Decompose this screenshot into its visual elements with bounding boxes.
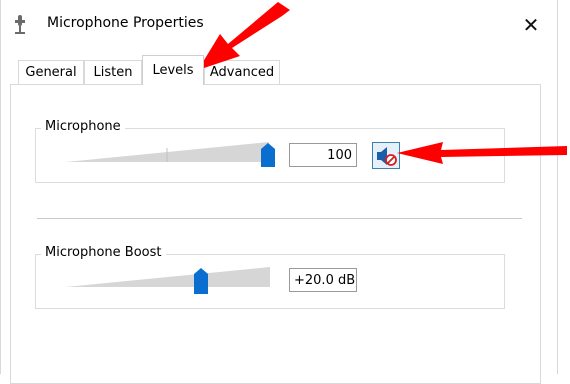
tab-levels[interactable]: Levels — [142, 55, 204, 85]
microphone-level-value[interactable]: 100 — [289, 143, 357, 167]
tab-label: Listen — [93, 65, 133, 80]
microphone-boost-slider[interactable] — [64, 265, 279, 297]
window-title: Microphone Properties — [47, 15, 204, 31]
microphone-level-text: 100 — [327, 147, 352, 163]
boost-slider-thumb[interactable] — [194, 268, 208, 294]
microphone-boost-label: Microphone Boost — [41, 245, 166, 260]
tab-general[interactable]: General — [18, 60, 84, 84]
tab-listen[interactable]: Listen — [84, 60, 142, 84]
speaker-muted-icon — [377, 146, 397, 166]
microphone-icon — [15, 15, 25, 34]
microphone-level-slider[interactable] — [64, 140, 284, 170]
tab-label: Levels — [152, 63, 194, 78]
microphone-boost-text: +20.0 dB — [294, 272, 356, 288]
annotation-arrow-mute-icon — [397, 142, 567, 164]
microphone-boost-value[interactable]: +20.0 dB — [289, 268, 357, 292]
annotation-arrow-levels-icon — [198, 2, 290, 70]
separator — [37, 218, 522, 219]
microphone-label: Microphone — [41, 119, 125, 134]
close-button[interactable]: ✕ — [516, 10, 546, 40]
tab-label: General — [25, 65, 77, 80]
close-icon: ✕ — [522, 13, 540, 37]
